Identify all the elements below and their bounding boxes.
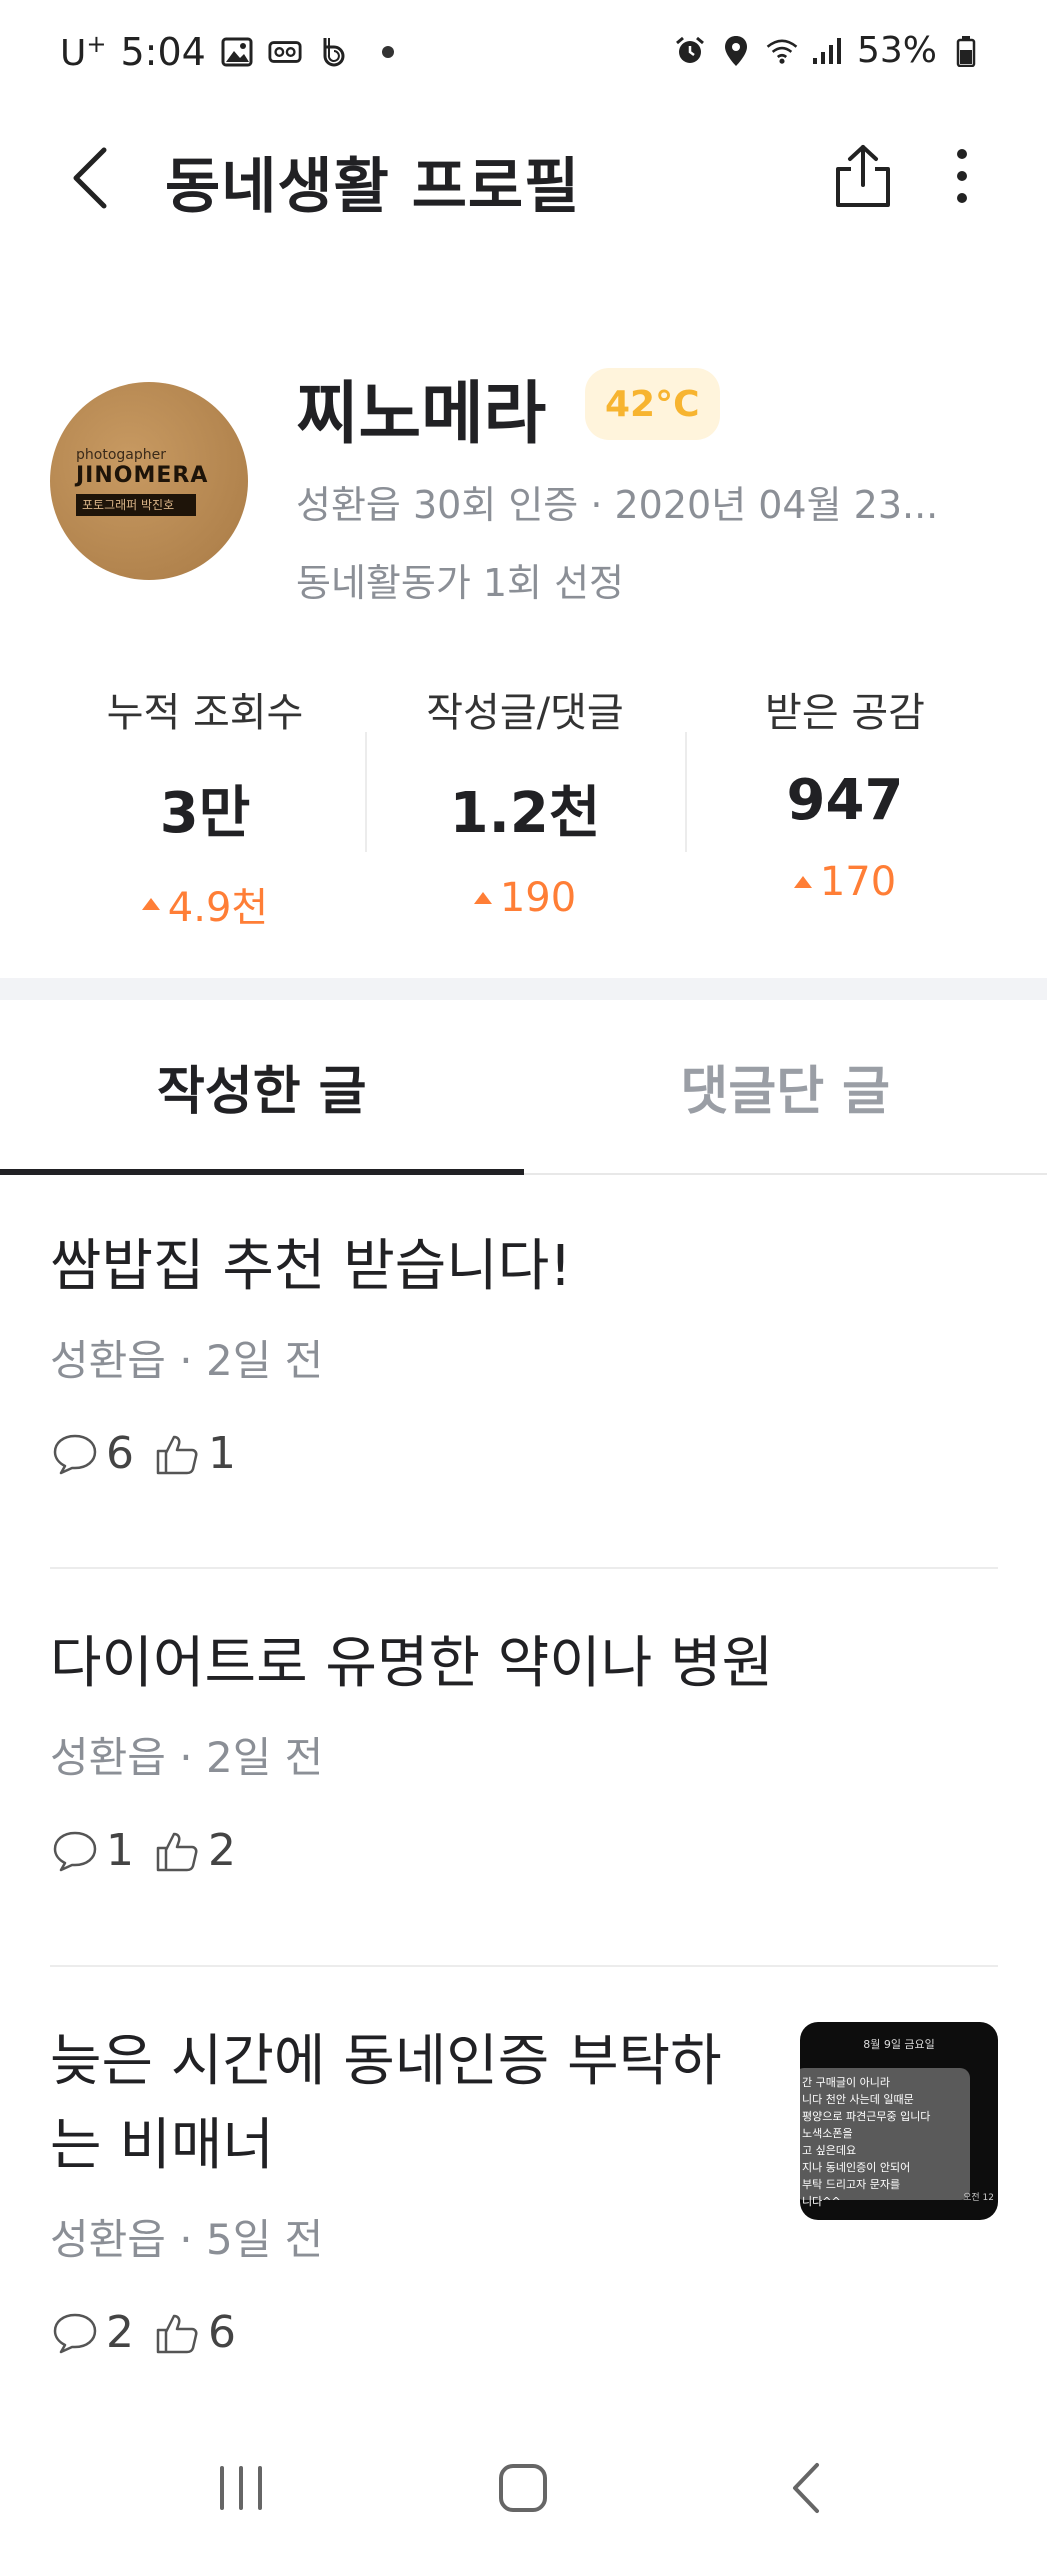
post-title: 늦은 시간에 동네인증 부탁하는 비매너 (50, 2029, 722, 2178)
thumbnail-text: 지나 동네인증이 안되어 (802, 2161, 911, 2174)
list-item[interactable]: 늦은 시간에 동네인증 부탁하는 비매너 성환읍 · 5일 전 2 6 (50, 2020, 750, 2358)
tab-written-posts[interactable]: 작성한 글 (0, 1000, 524, 1175)
stat-delta: 190 (365, 875, 685, 921)
post-meta: 성환읍 · 5일 전 (50, 2215, 324, 2264)
status-bar: U+ 5:04 53% (0, 0, 1047, 110)
triangle-up-icon (473, 892, 492, 904)
back-button[interactable] (55, 140, 125, 220)
comment-icon (50, 2308, 100, 2358)
battery-percent: 53% (856, 30, 937, 71)
alarm-icon (673, 34, 707, 68)
vr-icon (268, 35, 302, 69)
post-meta: 성환읍 · 2일 전 (50, 1336, 324, 1385)
profile-tabs: 작성한 글 댓글단 글 (0, 1000, 1047, 1175)
recent-apps-icon (216, 2464, 266, 2516)
post-reactions: 1 2 (50, 1825, 998, 1876)
location-icon (719, 34, 753, 68)
share-icon (833, 143, 893, 213)
thumbnail-text: 노색소폰을 (802, 2127, 853, 2140)
page-title: 동네생활 프로필 (165, 152, 581, 222)
stat-label: 작성글/댓글 (426, 690, 624, 736)
thumbs-up-icon (152, 1429, 202, 1479)
comment-count: 6 (106, 1428, 134, 1479)
post-meta: 성환읍 · 2일 전 (50, 1733, 324, 1782)
like-count: 1 (208, 1428, 236, 1479)
home-button[interactable] (463, 2440, 583, 2540)
stat-posts-comments: 작성글/댓글 1.2천 190 (365, 672, 685, 921)
stat-label: 누적 조회수 (106, 690, 304, 736)
stat-value: 3만 (159, 781, 251, 846)
triangle-up-icon (141, 898, 160, 910)
like-count: 2 (208, 1825, 236, 1876)
avatar[interactable]: photogapher JINOMERA 포토그래퍼 박진호 (50, 382, 248, 580)
comment-icon (50, 1429, 100, 1479)
avatar-text-2: JINOMERA (76, 462, 209, 488)
stat-value: 1.2천 (449, 781, 601, 846)
thumbnail-text: 평양으로 파견근무중 입니다 (802, 2110, 931, 2123)
triangle-up-icon (793, 876, 812, 888)
recent-apps-button[interactable] (181, 2440, 301, 2540)
more-vertical-icon (956, 148, 968, 208)
thumbnail-text: 부탁 드리고자 문자를 (802, 2178, 901, 2191)
avatar-text-3: 포토그래퍼 박진호 (76, 493, 196, 516)
comment-count: 2 (106, 2307, 134, 2358)
chevron-left-icon (70, 146, 110, 214)
section-divider (0, 978, 1047, 1000)
post-reactions: 2 6 (50, 2307, 750, 2358)
manner-temperature-badge: 42°C (585, 368, 720, 440)
stat-value: 947 (786, 768, 904, 833)
wifi-icon (765, 34, 799, 68)
stat-label: 받은 공감 (765, 690, 925, 736)
system-back-button[interactable] (746, 2440, 866, 2540)
thumbnail-text: 니다 천안 사는데 일때문 (802, 2093, 914, 2106)
comment-icon (50, 1826, 100, 1876)
b-app-icon (316, 35, 350, 69)
like-count: 6 (208, 2307, 236, 2358)
thumbnail-date: 8월 9일 금요일 (863, 2038, 935, 2051)
notification-dot-icon (381, 46, 394, 58)
list-item[interactable]: 쌈밥집 추천 받습니다! 성환읍 · 2일 전 6 1 (50, 1225, 998, 1479)
profile-activist-info: 동네활동가 1회 선정 (296, 561, 625, 605)
thumbnail-text: 니다^^ (802, 2195, 841, 2208)
comment-count: 1 (106, 1825, 134, 1876)
avatar-text-1: photogapher (76, 446, 166, 463)
list-divider (50, 1965, 998, 1967)
list-item[interactable]: 다이어트로 유명한 약이나 병원 성환읍 · 2일 전 1 2 (50, 1622, 998, 1876)
chevron-left-icon (791, 2461, 821, 2519)
app-header: 동네생활 프로필 (0, 110, 1047, 250)
stat-views: 누적 조회수 3만 4.9천 (45, 672, 365, 931)
battery-icon (949, 34, 983, 68)
thumbs-up-icon (152, 2308, 202, 2358)
tab-commented-posts[interactable]: 댓글단 글 (524, 1000, 1047, 1173)
profile-nickname: 찌노메라 (296, 375, 547, 454)
post-thumbnail[interactable]: 8월 9일 금요일 간 구매글이 아니라 니다 천안 사는데 일때문 평양으로 … (800, 2022, 998, 2220)
more-options-button[interactable] (940, 138, 984, 218)
thumbnail-text: 고 싶은데요 (802, 2144, 857, 2157)
stat-received-likes: 받은 공감 947 170 (685, 672, 1005, 905)
thumbnail-text: 간 구매글이 아니라 (802, 2076, 890, 2089)
system-nav-bar (0, 2420, 1047, 2560)
post-title: 쌈밥집 추천 받습니다! (50, 1234, 572, 1299)
profile-stats: 누적 조회수 3만 4.9천 작성글/댓글 1.2천 190 받은 공감 947… (45, 672, 1005, 931)
thumbs-up-icon (152, 1826, 202, 1876)
stat-delta: 4.9천 (45, 875, 365, 933)
post-title: 다이어트로 유명한 약이나 병원 (50, 1631, 774, 1696)
signal-icon (811, 34, 845, 68)
profile-verification-info: 성환읍 30회 인증 · 2020년 04월 23... (296, 483, 939, 527)
home-icon (497, 2462, 549, 2518)
stat-delta: 170 (685, 859, 1005, 905)
share-button[interactable] (828, 138, 898, 218)
carrier-label: U+ (60, 30, 107, 74)
list-divider (50, 1567, 998, 1569)
thumbnail-time: 오전 12 (963, 2193, 994, 2203)
thumbnail-message-bubble: 간 구매글이 아니라 니다 천안 사는데 일때문 평양으로 파견근무중 입니다 … (800, 2068, 970, 2208)
post-reactions: 6 1 (50, 1428, 998, 1479)
clock: 5:04 (120, 30, 206, 74)
gallery-icon (220, 35, 254, 69)
